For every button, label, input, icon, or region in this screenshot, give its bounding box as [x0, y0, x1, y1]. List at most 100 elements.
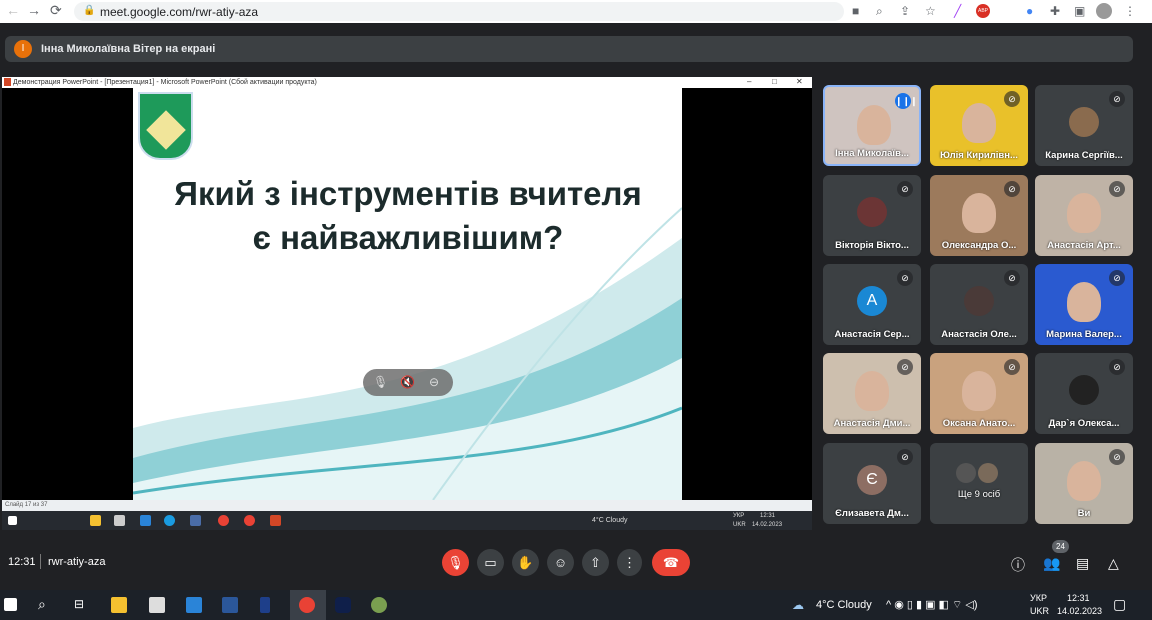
mic-off-icon: ⊘ [1004, 359, 1020, 375]
paint-icon[interactable] [371, 597, 387, 613]
participant-name: Ви [1077, 508, 1091, 519]
more-options-button[interactable]: ⋮ [617, 549, 642, 576]
participant-photo [1069, 375, 1099, 405]
back-button[interactable]: ← [6, 2, 20, 18]
lang-indicator[interactable]: УКР [1030, 593, 1047, 603]
task-view-icon[interactable]: ⊟ [74, 597, 84, 611]
tile-hover-controls: 🎙 🔇 ⊖ [363, 369, 453, 396]
participant-video [855, 371, 889, 411]
participant-name: Марина Валер... [1046, 329, 1122, 340]
mic-off-button[interactable]: 🎙 [442, 549, 469, 576]
participant-video [962, 103, 996, 143]
clock-date: 14.02.2023 [752, 522, 783, 528]
participant-tile[interactable]: Ще 9 осіб [930, 443, 1028, 524]
participant-tile[interactable]: ⊘ Дар`я Олекса... [1035, 353, 1133, 434]
participant-tile[interactable]: ⊘ Анастасія Оле... [930, 264, 1028, 345]
forward-button[interactable]: → [27, 2, 41, 18]
presenter-avatar: І [14, 40, 32, 58]
participant-name: Анастасія Оле... [941, 329, 1017, 340]
participant-tile[interactable]: ⊘ Карина Сергіїв... [1035, 85, 1133, 166]
tray-icons[interactable]: ^ ◉ ▯ ▮ ▣ ◧ ⌔ ◁) [886, 598, 978, 612]
zoom-icon[interactable]: ⌕ [876, 4, 883, 19]
participant-photo [1069, 107, 1099, 137]
chrome-icon[interactable] [299, 597, 315, 613]
chat-button[interactable]: ▤ [1076, 555, 1089, 572]
clock-date[interactable]: 14.02.2023 [1057, 606, 1102, 616]
camera-icon[interactable]: ■ [852, 4, 859, 18]
clock-time: 12:31 [760, 513, 776, 519]
lang-indicator-2[interactable]: UKR [1030, 606, 1049, 616]
mic-off-icon: ⊘ [1109, 91, 1125, 107]
window-title: Демонстрация PowerPoint - [Презентация1]… [13, 79, 317, 86]
url-text: meet.google.com/rwr-atiy-aza [100, 5, 259, 19]
emoji-button[interactable]: ☺ [547, 549, 574, 576]
participant-tile[interactable]: А ⊘ Анастасія Сер... [823, 264, 921, 345]
participant-name: Олександра О... [941, 240, 1017, 251]
minimize-icon[interactable]: – [747, 77, 751, 86]
participant-tile[interactable]: ⊘ Оксана Анато... [930, 353, 1028, 434]
notifications-icon[interactable]: ▢ [1113, 596, 1126, 613]
participant-name: Анастасія Дми... [833, 418, 911, 429]
mic-off-icon: ⊘ [1004, 91, 1020, 107]
profile-avatar[interactable] [1096, 3, 1112, 19]
app-icon[interactable] [260, 597, 270, 613]
camera-button[interactable]: ▭ [477, 549, 504, 576]
info-button[interactable]: ⓘ [1011, 555, 1025, 575]
maximize-icon[interactable]: □ [772, 77, 777, 86]
calculator-icon [190, 515, 201, 526]
clock-time[interactable]: 12:31 [1067, 593, 1090, 603]
volume-off-icon[interactable]: 🔇 [400, 375, 415, 389]
participant-name: Вікторія Вікто... [835, 240, 909, 251]
leave-call-button[interactable]: ☎ [652, 549, 690, 576]
pen-extension-icon[interactable]: ╱ [954, 4, 961, 18]
participant-name: Інна Миколаїв... [835, 148, 909, 159]
windows-start-icon[interactable] [4, 598, 17, 611]
extension-icon[interactable]: ● [1026, 4, 1033, 18]
present-button[interactable]: ⇧ [582, 549, 609, 576]
adblock-extension-icon[interactable]: ABP [976, 4, 990, 18]
participant-tile[interactable]: ⊘ Вікторія Вікто... [823, 175, 921, 256]
address-bar[interactable]: 🔒 meet.google.com/rwr-atiy-aza [74, 2, 844, 21]
search-icon[interactable]: ⌕ [38, 596, 46, 613]
extensions-puzzle-icon[interactable]: ✚ [1050, 4, 1060, 18]
mic-off-icon: ⊘ [1004, 270, 1020, 286]
menu-kebab-icon[interactable]: ⋮ [1124, 4, 1136, 18]
chrome-icon [218, 515, 229, 526]
remove-icon[interactable]: ⊖ [429, 375, 439, 389]
word-icon[interactable] [222, 597, 238, 613]
participant-tile[interactable]: ⊘ Ви [1035, 443, 1133, 524]
participant-video [962, 193, 996, 233]
share-icon[interactable]: ⇪ [900, 4, 910, 18]
participant-tile[interactable]: ❙❙❙ Інна Миколаїв... [823, 85, 921, 166]
reload-button[interactable]: ⟳ [50, 2, 62, 19]
mic-off-icon: ⊘ [1109, 449, 1125, 465]
participant-avatar: А [857, 286, 887, 316]
participant-tile[interactable]: ⊘ Юлія Кирилівн... [930, 85, 1028, 166]
participant-tile[interactable]: Є ⊘ Єлизавета Дм... [823, 443, 921, 524]
mail-icon[interactable] [186, 597, 202, 613]
bookmark-star-icon[interactable]: ☆ [925, 4, 936, 18]
webex-icon[interactable] [335, 597, 351, 613]
store-icon[interactable] [149, 597, 165, 613]
participant-tile[interactable]: ⊘ Марина Валер... [1035, 264, 1133, 345]
windows-taskbar: ⌕ ⊟ ☁ 4°C Cloudy ^ ◉ ▯ ▮ ▣ ◧ ⌔ ◁) УКР UK… [0, 590, 1152, 620]
powerpoint-icon [4, 78, 11, 86]
participant-tile[interactable]: ⊘ Анастасія Арт... [1035, 175, 1133, 256]
participant-count-badge: 24 [1052, 540, 1069, 553]
participant-photo [956, 463, 976, 483]
mic-off-icon: ⊘ [1004, 181, 1020, 197]
participant-photo [857, 197, 887, 227]
close-icon[interactable]: ✕ [796, 77, 803, 86]
sidepanel-icon[interactable]: ▣ [1074, 4, 1085, 18]
file-explorer-icon[interactable] [111, 597, 127, 613]
speaking-icon: ❙❙❙ [895, 93, 918, 109]
people-button[interactable]: 👥 [1043, 555, 1060, 572]
participant-tile[interactable]: ⊘ Олександра О... [930, 175, 1028, 256]
activities-button[interactable]: △ [1108, 555, 1119, 572]
weather-text[interactable]: 4°C Cloudy [816, 599, 872, 611]
participant-video [857, 105, 891, 145]
raise-hand-button[interactable]: ✋ [512, 549, 539, 576]
mic-off-icon[interactable]: 🎙 [373, 375, 388, 389]
edge-icon [164, 515, 175, 526]
participant-tile[interactable]: ⊘ Анастасія Дми... [823, 353, 921, 434]
